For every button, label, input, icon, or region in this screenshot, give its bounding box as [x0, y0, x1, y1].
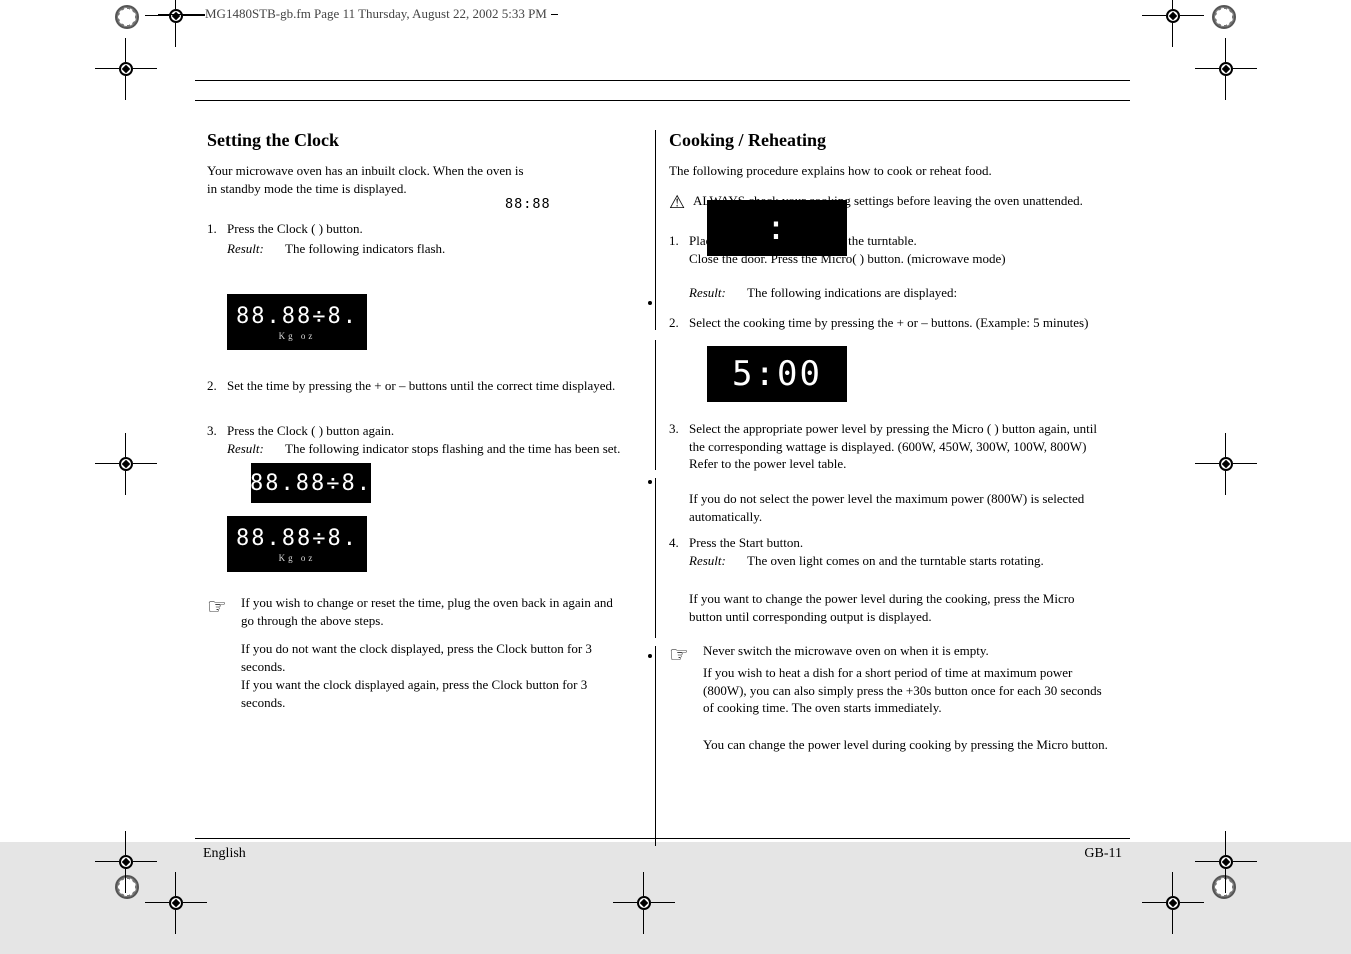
- cook-intro: The following procedure explains how to …: [669, 162, 1099, 180]
- crop-mark: [145, 872, 205, 932]
- r-step1-result: The following indications are displayed:: [747, 284, 1107, 302]
- crop-mark: [95, 38, 155, 98]
- heading-cooking-reheating: Cooking / Reheating: [669, 130, 826, 151]
- footer-rule: [195, 838, 1130, 839]
- result-label: Result:: [689, 552, 726, 570]
- lcd-time: 5:00: [732, 354, 822, 394]
- pointer-icon: ☞: [207, 592, 227, 622]
- caution-icon: ⚠: [669, 190, 685, 214]
- r-step2: Select the cooking time by pressing the …: [689, 314, 1099, 332]
- step-number: 3.: [669, 420, 679, 438]
- column-divider: [655, 340, 656, 470]
- clock-intro: Your microwave oven has an inbuilt clock…: [207, 162, 527, 197]
- lcd-segments: 88.88÷8.: [236, 526, 358, 551]
- lcd-blank: :: [766, 208, 788, 248]
- step-number: 4.: [669, 534, 679, 552]
- tip2: If you do not want the clock displayed, …: [241, 640, 629, 675]
- footer-right: GB-11: [1084, 846, 1122, 862]
- r-note2: If you wish to heat a dish for a short p…: [703, 664, 1113, 717]
- crop-mark: [1195, 831, 1255, 891]
- result-label: Result:: [689, 284, 726, 302]
- step1-result: The following indicators flash.: [285, 240, 625, 258]
- header-rule: [195, 100, 1130, 101]
- crop-mark: [1142, 872, 1202, 932]
- lcd-display-blank: :: [707, 200, 847, 256]
- step1: Press the Clock ( ) button.: [227, 220, 627, 238]
- lcd-display-time: 5:00: [707, 346, 847, 402]
- crop-mark: [1195, 433, 1255, 493]
- heading-setting-clock: Setting the Clock: [207, 130, 339, 151]
- lcd-segments: 88.88÷8.: [250, 471, 372, 496]
- tip3: If you want the clock displayed again, p…: [241, 676, 629, 711]
- lcd-segments: 88.88÷8.: [236, 304, 358, 329]
- r-step4-result: The oven light comes on and the turntabl…: [747, 552, 1107, 570]
- crop-mark: [613, 872, 673, 932]
- step3-result: The following indicator stops flashing a…: [285, 440, 625, 458]
- lcd-sublabel: Kg oz: [279, 331, 316, 341]
- step-number: 3.: [207, 422, 217, 440]
- bullet-icon: [648, 654, 652, 658]
- r-bullet1: If you do not select the power level the…: [689, 490, 1109, 525]
- header-rule: [195, 80, 1130, 81]
- r-bullet2: If you want to change the power level du…: [689, 590, 1109, 625]
- crop-mark: [1195, 38, 1255, 98]
- step2: Set the time by pressing the + or – butt…: [227, 377, 627, 395]
- step3: Press the Clock ( ) button again.: [227, 422, 627, 440]
- registration-mark: [115, 5, 139, 29]
- r-step3: Select the appropriate power level by pr…: [689, 420, 1109, 473]
- column-divider: [655, 130, 656, 330]
- result-label: Result:: [227, 240, 264, 258]
- lcd-sublabel: Kg oz: [279, 553, 316, 563]
- r-note1: Never switch the microwave oven on when …: [703, 642, 1113, 660]
- tip1: If you wish to change or reset the time,…: [241, 594, 629, 629]
- column-divider: [655, 478, 656, 638]
- clock-icon: 88:88: [505, 196, 551, 212]
- registration-mark: [1212, 5, 1236, 29]
- crop-mark: [95, 433, 155, 493]
- column-divider: [655, 646, 656, 846]
- lcd-display: 88.88÷8.: [251, 463, 371, 503]
- step-number: 1.: [207, 220, 217, 238]
- r-step4: Press the Start button.: [689, 534, 1099, 552]
- bullet-icon: [648, 480, 652, 484]
- step-number: 2.: [669, 314, 679, 332]
- page-content: Setting the Clock Cooking / Reheating Yo…: [195, 80, 1130, 850]
- footer-left: English: [203, 846, 246, 862]
- file-header: MG1480STB-gb.fm Page 11 Thursday, August…: [205, 6, 551, 22]
- lcd-display: 88.88÷8. Kg oz: [227, 516, 367, 572]
- bullet-icon: [648, 301, 652, 305]
- lcd-display: 88.88÷8. Kg oz: [227, 294, 367, 350]
- step-number: 2.: [207, 377, 217, 395]
- r-bullet3: You can change the power level during co…: [703, 736, 1113, 754]
- crop-mark: [1142, 0, 1202, 45]
- step-number: 1.: [669, 232, 679, 250]
- result-label: Result:: [227, 440, 264, 458]
- pointer-icon: ☞: [669, 640, 689, 670]
